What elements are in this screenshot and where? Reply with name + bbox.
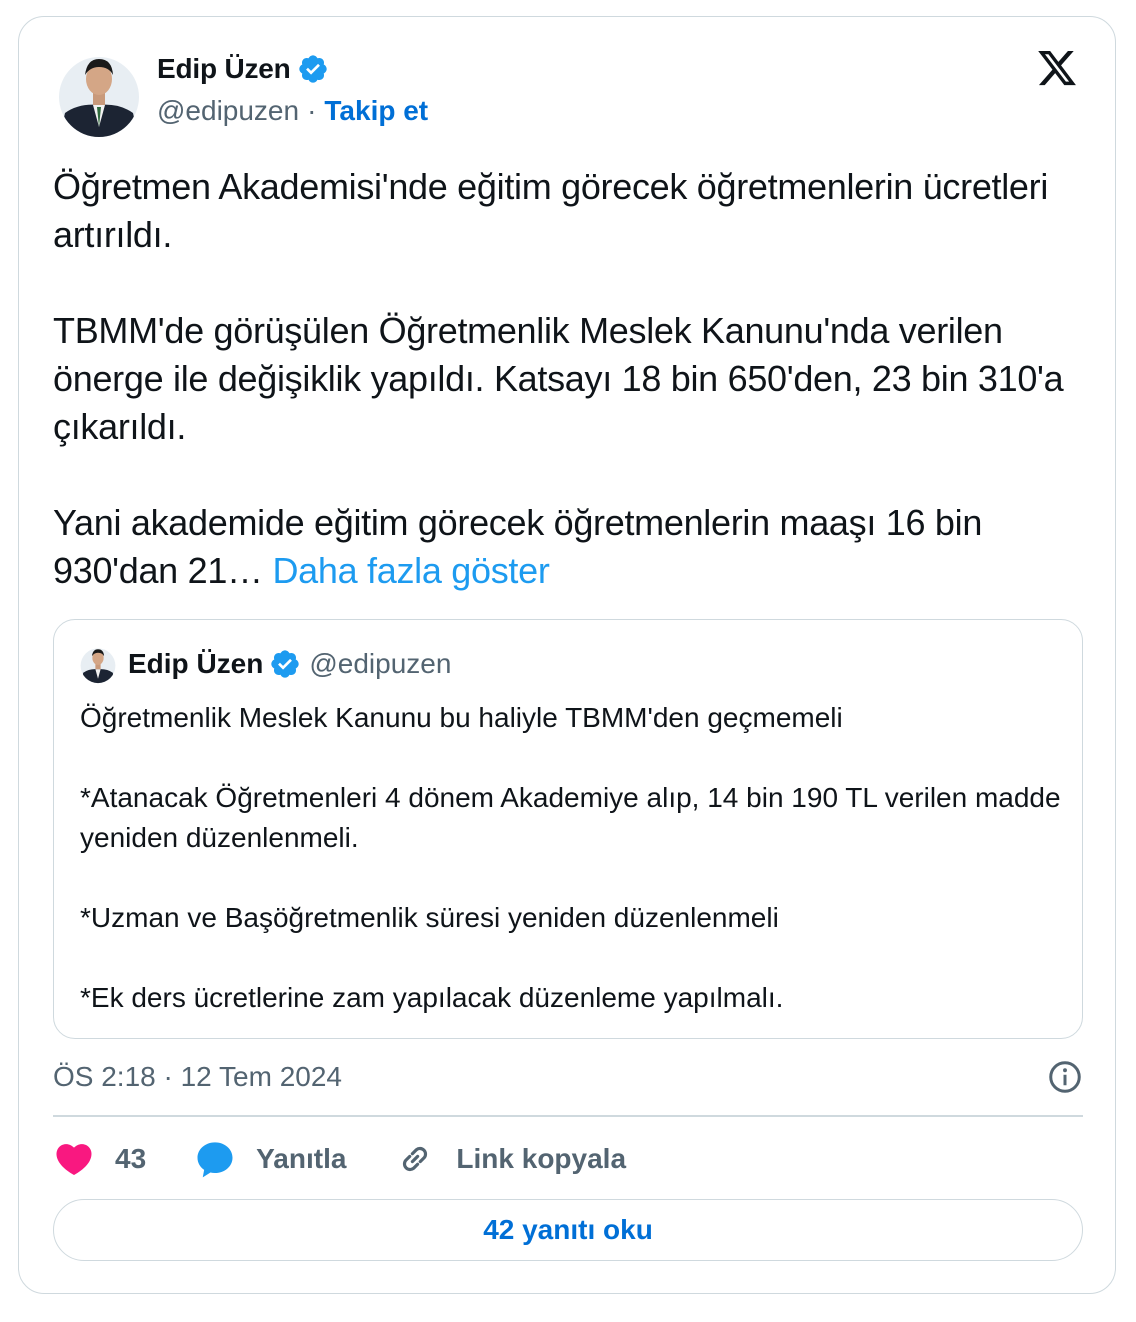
tweet-header: Edip Üzen @edipuzen · Takip et	[59, 47, 1079, 139]
reply-label: Yanıtla	[256, 1143, 347, 1174]
author-avatar[interactable]	[59, 47, 139, 139]
tweet-body: Öğretmen Akademisi'nde eğitim görecek öğ…	[53, 163, 1093, 595]
action-bar: 43 Yanıtla Link kopyala	[53, 1135, 674, 1183]
timestamp-row: ÖS 2:18 · 12 Tem 2024	[53, 1057, 1083, 1097]
link-icon	[403, 1146, 428, 1172]
follow-button[interactable]: Takip et	[324, 95, 428, 127]
author-handle[interactable]: @edipuzen	[157, 95, 299, 127]
quoted-tweet-text: Öğretmenlik Meslek Kanunu bu haliyle TBM…	[80, 702, 1061, 1013]
author-handle-row: @edipuzen · Takip et	[157, 95, 428, 127]
x-logo-icon[interactable]	[1035, 47, 1079, 89]
verified-badge-icon	[298, 55, 327, 83]
like-button[interactable]: 43	[53, 1138, 146, 1180]
show-more-link[interactable]: Daha fazla göster	[272, 550, 549, 591]
quoted-author-handle: @edipuzen	[309, 648, 452, 679]
copy-link-label: Link kopyala	[456, 1143, 627, 1174]
embedded-tweet-card: Edip Üzen @edipuzen · Takip et Öğretmen …	[18, 16, 1116, 1294]
quoted-tweet-header: Edip Üzen @edipuzen	[80, 644, 451, 684]
quoted-author-name: Edip Üzen	[128, 648, 264, 679]
author-name[interactable]: Edip Üzen	[157, 53, 291, 85]
info-icon[interactable]	[1047, 1059, 1083, 1095]
author-name-row: Edip Üzen	[157, 53, 329, 85]
handle-separator: ·	[307, 95, 317, 126]
copy-link-button[interactable]: Link kopyala	[394, 1138, 626, 1180]
reply-button[interactable]: Yanıtla	[194, 1138, 346, 1180]
heart-icon	[56, 1144, 92, 1176]
speech-bubble-icon	[197, 1142, 233, 1178]
like-count: 43	[115, 1143, 147, 1174]
verified-badge-icon	[271, 650, 300, 678]
quoted-tweet[interactable]: Edip Üzen @edipuzen Öğretmenlik Meslek K…	[53, 619, 1083, 1039]
read-replies-button[interactable]: 42 yanıtı oku	[53, 1199, 1083, 1261]
divider	[53, 1115, 1083, 1117]
quoted-author-avatar	[80, 648, 116, 684]
tweet-text: Öğretmen Akademisi'nde eğitim görecek öğ…	[53, 166, 1064, 591]
tweet-timestamp[interactable]: ÖS 2:18 · 12 Tem 2024	[53, 1061, 342, 1093]
